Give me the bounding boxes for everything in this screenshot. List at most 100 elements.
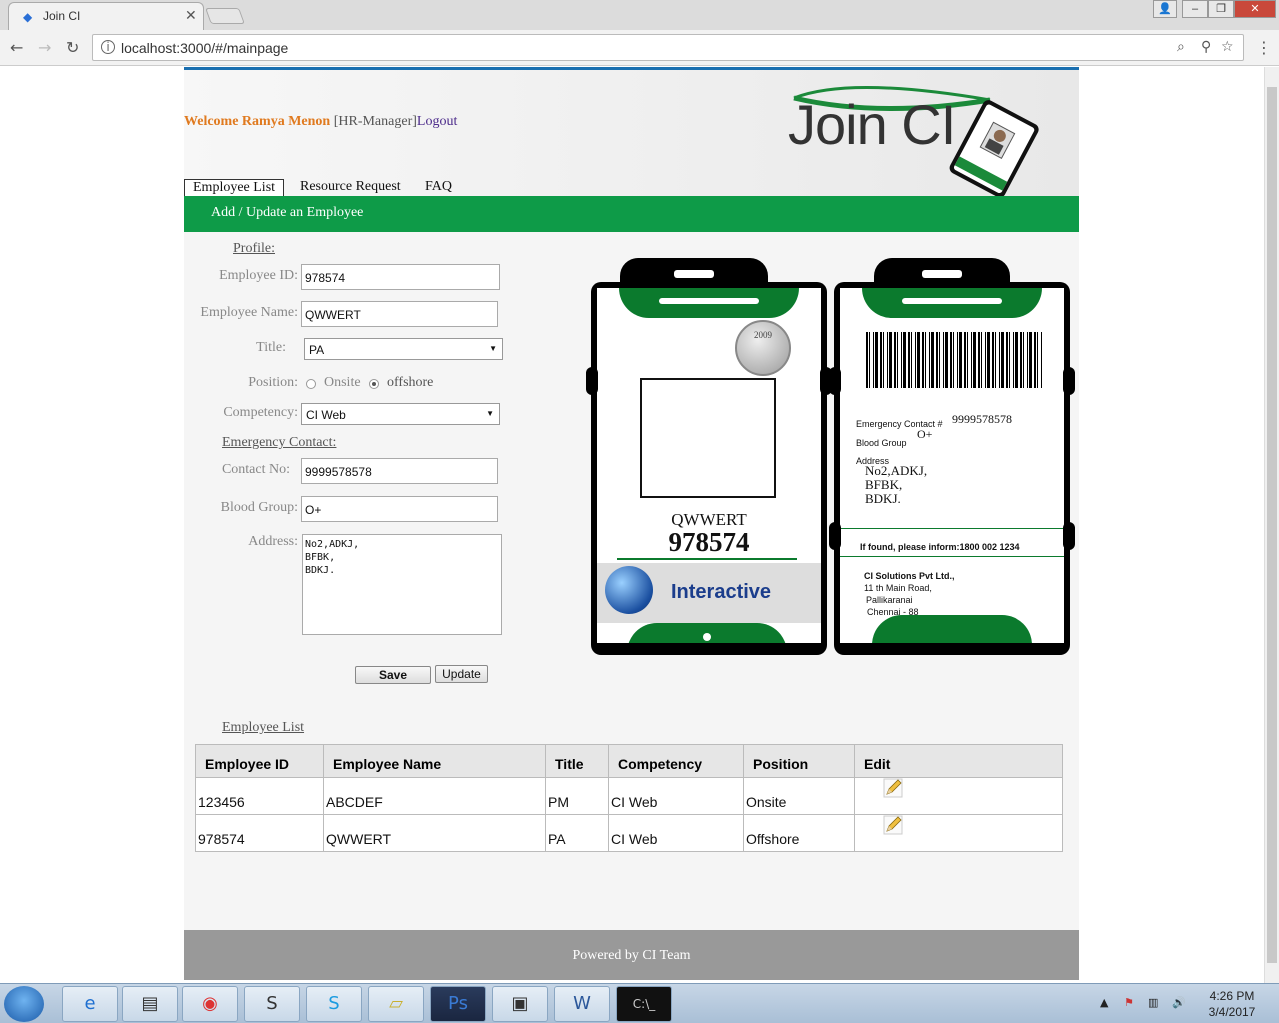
card-front-face: 2009 QWWERT 978574 Interactive	[597, 288, 821, 643]
section-title: Add / Update an Employee	[211, 205, 364, 220]
photoshop-icon[interactable]: Ps	[430, 986, 486, 1022]
card-back-slot	[902, 298, 1002, 304]
tab-employee-list[interactable]: Employee List	[184, 179, 285, 197]
word-icon[interactable]: W	[554, 986, 610, 1022]
card-back-notch-right	[1063, 367, 1075, 395]
onsite-radio[interactable]	[306, 379, 316, 389]
photo-viewer-icon[interactable]: ▣	[492, 986, 548, 1022]
table-row: 978574 QWWERT PA CI Web Offshore	[195, 814, 1063, 852]
reload-icon[interactable]: ↻	[66, 38, 79, 57]
employee-name-field[interactable]: QWWERT	[301, 301, 498, 327]
clock-date: 3/4/2017	[1208, 1005, 1256, 1019]
contact-no-label: Contact No:	[221, 462, 290, 477]
page-header: Welcome Ramya Menon [HR-Manager]Logout J…	[184, 70, 1079, 196]
card-front-bottom-band	[627, 623, 787, 643]
edit-pencil-icon[interactable]	[883, 778, 903, 798]
browser-menu-icon[interactable]: ⋮	[1256, 38, 1272, 57]
blood-group-caption: Blood Group	[856, 438, 907, 448]
browser-tab[interactable]: ◆ Join CI ✕	[8, 2, 204, 30]
card-front-divider	[617, 558, 797, 560]
show-hidden-icons-icon[interactable]: ▲	[1100, 996, 1108, 1009]
sticky-notes-icon[interactable]: ▱	[368, 986, 424, 1022]
col-edit: Edit	[854, 744, 1063, 778]
employee-table: Employee ID Employee Name Title Competen…	[195, 744, 1063, 852]
chevron-down-icon: ▼	[486, 409, 494, 418]
blood-group-field[interactable]: O+	[301, 496, 498, 522]
title-select[interactable]: PA ▼	[304, 338, 503, 360]
tab-faq[interactable]: FAQ	[417, 179, 460, 197]
join-ci-logo: Join CI	[788, 93, 956, 156]
sublime-text-icon[interactable]: S	[244, 986, 300, 1022]
address-bar: ← → ↻ i localhost:3000/#/mainpage ⌕ ⚲ ☆ …	[0, 30, 1279, 66]
company-name: CI Solutions Pvt Ltd.,	[864, 571, 955, 581]
save-button[interactable]: Save	[355, 666, 431, 684]
logout-link[interactable]: Logout	[417, 114, 457, 129]
welcome-prefix: Welcome	[184, 114, 239, 129]
volume-icon[interactable]: 🔊	[1172, 996, 1186, 1009]
table-header-row: Employee ID Employee Name Title Competen…	[195, 744, 1063, 778]
tab-close-icon[interactable]: ✕	[185, 7, 197, 24]
new-tab-button[interactable]	[205, 8, 245, 24]
network-icon[interactable]: ▥	[1148, 996, 1158, 1009]
internet-explorer-icon[interactable]: e	[62, 986, 118, 1022]
close-window-button[interactable]: ✕	[1234, 0, 1276, 18]
zoom-icon[interactable]: ⌕	[1177, 39, 1185, 55]
cell-position: Onsite	[743, 777, 855, 815]
offshore-radio[interactable]	[369, 379, 379, 389]
site-info-icon[interactable]: i	[101, 40, 115, 54]
address-textarea[interactable]: No2,ADKJ, BFBK, BDKJ.	[302, 534, 502, 635]
col-competency: Competency	[608, 744, 744, 778]
card-back-divider-bottom	[840, 556, 1064, 557]
card-emergency-number: 9999578578	[952, 412, 1012, 426]
page-footer: Powered by CI Team	[184, 930, 1079, 980]
pin-icon[interactable]: ⚲	[1201, 39, 1211, 55]
back-icon[interactable]: ←	[10, 38, 23, 57]
employee-list-title: Employee List	[222, 720, 305, 735]
page-scrollbar[interactable]	[1264, 67, 1279, 983]
scroll-thumb[interactable]	[1267, 87, 1277, 963]
table-row: 123456 ABCDEF PM CI Web Onsite	[195, 777, 1063, 815]
cell-competency: CI Web	[608, 777, 744, 815]
update-button[interactable]: Update	[435, 665, 488, 683]
competency-select[interactable]: CI Web ▼	[301, 403, 500, 425]
card-address-line: No2,ADKJ,	[865, 463, 928, 478]
forward-icon[interactable]: →	[38, 38, 51, 57]
offshore-label: offshore	[387, 375, 434, 390]
employee-name-label: Employee Name:	[200, 305, 298, 320]
profile-icon[interactable]: 👤	[1153, 0, 1177, 18]
contact-no-field[interactable]: 9999578578	[301, 458, 498, 484]
title-value: PA	[309, 343, 325, 357]
address-label: Address:	[248, 534, 298, 549]
taskbar-clock[interactable]: 4:26 PM 3/4/2017	[1200, 988, 1264, 1020]
card-back-bottom-band	[872, 615, 1032, 643]
cell-position: Offshore	[743, 814, 855, 852]
card-address-line: BFBK,	[865, 477, 903, 492]
browser-tabstrip: ◆ Join CI ✕ 👤 – ❐ ✕	[0, 0, 1279, 30]
competency-value: CI Web	[306, 408, 346, 422]
profile-heading: Profile:	[233, 241, 275, 256]
card-blood-value: O+	[917, 427, 933, 441]
skype-icon[interactable]: S	[306, 986, 362, 1022]
company-line: Pallikaranai	[866, 595, 913, 605]
command-prompt-icon[interactable]: C:\_	[616, 986, 672, 1022]
cell-employee-id: 978574	[195, 814, 324, 852]
seal-icon: 2009	[735, 320, 791, 376]
minimize-button[interactable]: –	[1182, 0, 1208, 18]
network-warning-icon[interactable]: ⚑	[1124, 996, 1134, 1009]
user-name: Ramya Menon	[241, 114, 331, 129]
chrome-icon[interactable]: ◉	[182, 986, 238, 1022]
bookmark-star-icon[interactable]: ☆	[1221, 39, 1234, 55]
edit-pencil-icon[interactable]	[883, 815, 903, 835]
file-explorer-icon[interactable]: ▤	[122, 986, 178, 1022]
card-back-top-band	[862, 288, 1042, 318]
tab-resource-request[interactable]: Resource Request	[292, 179, 409, 197]
restore-button[interactable]: ❐	[1208, 0, 1234, 18]
onsite-label: Onsite	[324, 375, 361, 390]
start-button[interactable]	[4, 986, 44, 1022]
url-field[interactable]: i localhost:3000/#/mainpage ⌕ ⚲ ☆	[92, 34, 1244, 61]
employee-id-field[interactable]: 978574	[301, 264, 500, 290]
clip-slot	[674, 270, 714, 278]
globe-icon	[605, 566, 653, 614]
col-position: Position	[743, 744, 855, 778]
cell-employee-id: 123456	[195, 777, 324, 815]
